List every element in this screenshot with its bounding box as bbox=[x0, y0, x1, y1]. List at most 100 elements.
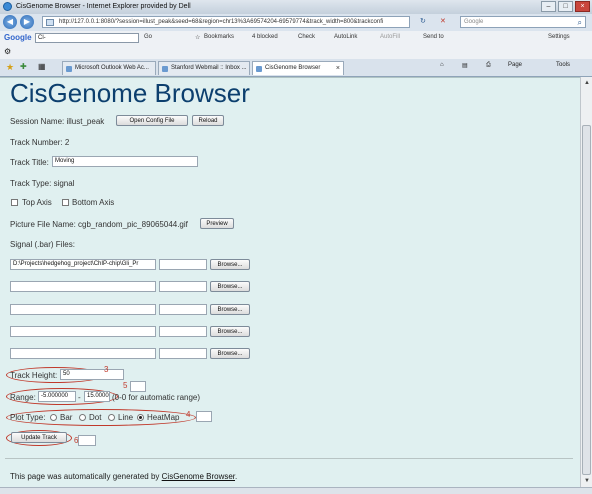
browse-button[interactable]: Browse... bbox=[210, 304, 250, 315]
range-max-input[interactable]: 15.00000 bbox=[84, 391, 110, 402]
add-favorite-icon[interactable]: ✚ bbox=[20, 62, 27, 71]
star-icon[interactable]: ☆ bbox=[195, 34, 200, 41]
update-track-button[interactable]: Update Track bbox=[11, 432, 67, 443]
footer-link[interactable]: CisGenome Browser bbox=[162, 472, 235, 481]
plot-type-line-radio[interactable] bbox=[108, 414, 115, 421]
spellcheck-button[interactable]: Check bbox=[298, 34, 315, 40]
search-placeholder: Google bbox=[464, 19, 484, 25]
reload-button[interactable]: Reload bbox=[192, 115, 224, 126]
search-icon[interactable]: ⌕ bbox=[578, 17, 582, 28]
tab-label: Stanford Webmail :: Inbox ... bbox=[171, 65, 247, 71]
plot-type-dot-radio[interactable] bbox=[79, 414, 86, 421]
tab-label: Microsoft Outlook Web Ac... bbox=[75, 65, 149, 71]
signal-files-label: Signal (.bar) Files: bbox=[10, 240, 75, 249]
quick-tabs-icon[interactable]: ▦ bbox=[38, 62, 46, 71]
close-window-button[interactable]: × bbox=[575, 1, 590, 12]
google-logo: Google bbox=[4, 33, 32, 42]
track-height-label: Track Height: bbox=[10, 371, 58, 380]
track-height-input[interactable]: 50 bbox=[60, 369, 124, 380]
range-min-input[interactable]: -5.000000 bbox=[38, 391, 76, 402]
window-title: CisGenome Browser - Internet Explorer pr… bbox=[16, 3, 191, 10]
address-input[interactable]: http://127.0.0.1:8080/?session=illust_pe… bbox=[42, 16, 410, 28]
tools-menu-button[interactable]: Tools bbox=[556, 62, 570, 68]
autofill-button[interactable]: AutoFill bbox=[380, 34, 400, 40]
refresh-icon[interactable]: ↻ bbox=[420, 17, 426, 25]
signal-file-extra-input[interactable] bbox=[159, 259, 207, 270]
plot-type-label: Plot Type: bbox=[10, 413, 46, 422]
plot-type-bar-radio[interactable] bbox=[50, 414, 57, 421]
plot-type-heatmap-radio[interactable] bbox=[137, 414, 144, 421]
signal-file-extra-input[interactable] bbox=[159, 326, 207, 337]
annotation-number: 3 bbox=[104, 365, 109, 374]
plot-type-heatmap-label: HeatMap bbox=[147, 413, 180, 422]
print-icon[interactable]: ⎙ bbox=[486, 62, 491, 69]
top-axis-checkbox[interactable] bbox=[11, 199, 18, 206]
settings-button[interactable]: Settings bbox=[548, 34, 570, 40]
home-icon[interactable]: ⌂ bbox=[440, 62, 444, 68]
top-axis-label: Top Axis bbox=[22, 198, 52, 207]
browse-button[interactable]: Browse... bbox=[210, 326, 250, 337]
track-type-label: Track Type: signal bbox=[10, 179, 75, 188]
sendto-button[interactable]: Send to bbox=[423, 34, 444, 40]
url-text: http://127.0.0.1:8080/?session=illust_pe… bbox=[59, 19, 384, 25]
signal-file-input[interactable] bbox=[10, 304, 156, 315]
page-content: CisGenome Browser Session Name: illust_p… bbox=[0, 77, 580, 488]
feeds-icon[interactable]: ▤ bbox=[462, 62, 468, 69]
google-toolbar: Google Cl- Go ☆ Bookmarks 4 blocked Chec… bbox=[0, 31, 592, 46]
tab-webmail[interactable]: Stanford Webmail :: Inbox ... bbox=[158, 61, 250, 75]
track-title-label: Track Title: bbox=[10, 158, 49, 167]
plot-type-line-label: Line bbox=[118, 413, 134, 422]
plot-type-aux-input[interactable] bbox=[196, 411, 212, 422]
google-go-button[interactable]: Go bbox=[144, 34, 152, 40]
bottom-axis-label: Bottom Axis bbox=[72, 198, 115, 207]
plot-type-bar-label: Bar bbox=[60, 413, 73, 422]
open-config-button[interactable]: Open Config File bbox=[116, 115, 188, 126]
close-tab-icon[interactable]: × bbox=[336, 62, 340, 75]
signal-file-input[interactable]: D:\Projects\hedgehog_project\ChIP-chip\G… bbox=[10, 259, 156, 270]
page-icon bbox=[46, 19, 54, 26]
maximize-button[interactable]: □ bbox=[558, 1, 573, 12]
tab-cisgenome[interactable]: CisGenome Browser × bbox=[252, 61, 344, 75]
stop-icon[interactable]: ✕ bbox=[440, 17, 446, 25]
signal-file-extra-input[interactable] bbox=[159, 281, 207, 292]
forward-icon[interactable]: ▶ bbox=[20, 15, 34, 29]
signal-file-extra-input[interactable] bbox=[159, 348, 207, 359]
browse-button[interactable]: Browse... bbox=[210, 281, 250, 292]
browse-button[interactable]: Browse... bbox=[210, 348, 250, 359]
scrollbar-thumb[interactable] bbox=[582, 125, 591, 475]
scroll-up-icon[interactable]: ▲ bbox=[582, 78, 592, 88]
update-aux-input[interactable] bbox=[78, 435, 96, 446]
autolink-button[interactable]: AutoLink bbox=[334, 34, 357, 40]
range-aux-input[interactable] bbox=[130, 381, 146, 392]
signal-file-input[interactable] bbox=[10, 326, 156, 337]
track-title-input[interactable]: Moving bbox=[52, 156, 198, 167]
ie-logo-icon bbox=[3, 2, 12, 11]
session-name-label: Session Name: illust_peak bbox=[10, 117, 105, 126]
vertical-scrollbar[interactable]: ▲ ▼ bbox=[580, 77, 592, 487]
page-menu-button[interactable]: Page bbox=[508, 62, 522, 68]
extra-toolbar: ⚙ bbox=[0, 45, 592, 60]
popup-blocked-button[interactable]: 4 blocked bbox=[252, 34, 278, 40]
google-search-input[interactable]: Cl- bbox=[35, 33, 139, 43]
footer: This page was automatically generated by… bbox=[10, 472, 237, 481]
tab-outlook[interactable]: Microsoft Outlook Web Ac... bbox=[62, 61, 156, 75]
bookmarks-button[interactable]: Bookmarks bbox=[204, 34, 234, 40]
preview-button[interactable]: Preview bbox=[200, 218, 234, 229]
signal-file-extra-input[interactable] bbox=[159, 304, 207, 315]
bottom-axis-checkbox[interactable] bbox=[62, 199, 69, 206]
minimize-button[interactable]: – bbox=[541, 1, 556, 12]
signal-file-input[interactable] bbox=[10, 348, 156, 359]
annotation-number: 4 bbox=[186, 410, 191, 419]
address-toolbar: ◀ ▶ http://127.0.0.1:8080/?session=illus… bbox=[0, 14, 592, 32]
tab-favicon bbox=[66, 66, 72, 72]
search-input[interactable]: Google ⌕ bbox=[460, 16, 586, 28]
signal-file-input[interactable] bbox=[10, 281, 156, 292]
scroll-down-icon[interactable]: ▼ bbox=[582, 476, 592, 486]
gear-icon[interactable]: ⚙ bbox=[4, 47, 11, 56]
favorites-star-icon[interactable]: ★ bbox=[6, 62, 14, 73]
tab-strip: ★ ✚ ▦ Microsoft Outlook Web Ac... Stanfo… bbox=[0, 59, 592, 77]
range-separator: - bbox=[78, 393, 81, 402]
window-controls: – □ × bbox=[541, 1, 590, 12]
back-icon[interactable]: ◀ bbox=[3, 15, 17, 29]
browse-button[interactable]: Browse... bbox=[210, 259, 250, 270]
